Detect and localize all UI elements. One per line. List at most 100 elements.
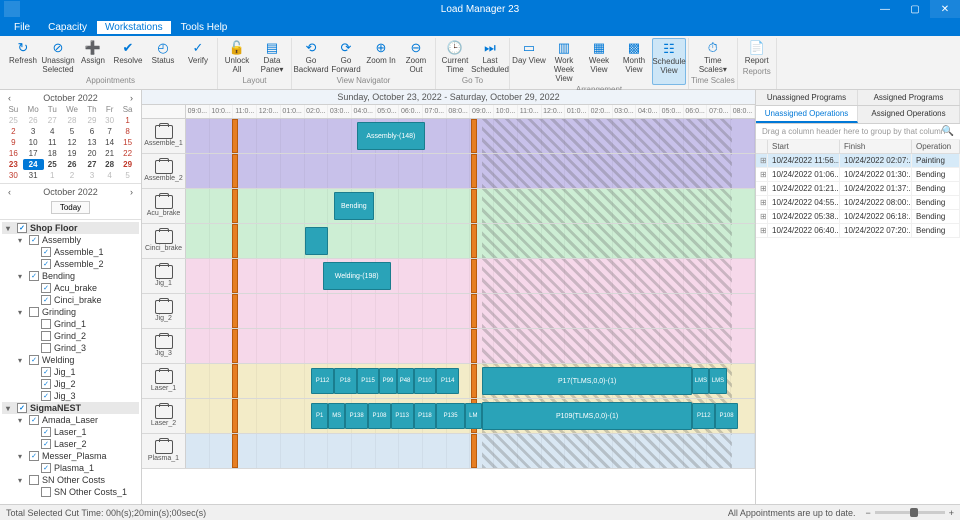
calendar-day[interactable]: 3 <box>83 170 101 181</box>
tree-checkbox[interactable]: ✓ <box>29 355 39 365</box>
calendar-day[interactable]: 6 <box>83 126 101 137</box>
zoom-slider[interactable]: − + <box>865 508 954 518</box>
go-forward-button[interactable]: ⟳Go Forward <box>329 38 363 76</box>
resource-cell[interactable]: Cinci_brake <box>142 224 186 258</box>
schedule-lane[interactable] <box>186 154 755 188</box>
appointment[interactable]: P110 <box>414 368 437 394</box>
col-start[interactable]: Start <box>768 140 840 153</box>
appointment[interactable]: Assembly-(148) <box>357 122 425 150</box>
calendar-day[interactable]: 27 <box>83 159 101 170</box>
tree-checkbox[interactable]: ✓ <box>17 403 27 413</box>
grid-row[interactable]: ⊞10/24/2022 01:06...10/24/2022 01:30:...… <box>756 168 960 182</box>
go-backward-button[interactable]: ⟲Go Backward <box>294 38 328 76</box>
tree-checkbox[interactable]: ✓ <box>29 271 39 281</box>
schedule-rows[interactable]: Assemble_1Assembly-(148)Assemble_2Acu_br… <box>142 119 755 504</box>
minimize-button[interactable]: — <box>870 0 900 18</box>
tree-node[interactable]: ▾✓Welding <box>2 354 139 366</box>
calendar-day[interactable]: 22 <box>118 148 137 159</box>
resource-cell[interactable]: Jig_2 <box>142 294 186 328</box>
schedule-row[interactable]: Plasma_1 <box>142 434 755 469</box>
col-finish[interactable]: Finish <box>840 140 912 153</box>
calendar-day[interactable]: 25 <box>44 159 62 170</box>
tree-checkbox[interactable]: ✓ <box>29 451 39 461</box>
appointment[interactable]: LMS <box>692 368 709 394</box>
resource-cell[interactable]: Laser_2 <box>142 399 186 433</box>
calendar-day[interactable]: 12 <box>61 137 83 148</box>
tree-checkbox[interactable]: ✓ <box>41 379 51 389</box>
grid-row[interactable]: ⊞10/24/2022 06:40...10/24/2022 07:20:...… <box>756 224 960 238</box>
appointment[interactable]: P114 <box>436 368 459 394</box>
row-expand[interactable]: ⊞ <box>756 154 768 167</box>
unlock-all-button[interactable]: 🔓Unlock All <box>220 38 254 76</box>
appointment[interactable]: P112 <box>311 368 334 394</box>
row-expand[interactable]: ⊞ <box>756 196 768 209</box>
calendar-day[interactable]: 28 <box>61 115 83 126</box>
current-time-button[interactable]: 🕒Current Time <box>438 38 472 76</box>
tree-checkbox[interactable]: ✓ <box>29 415 39 425</box>
grid-row[interactable]: ⊞10/24/2022 05:38...10/24/2022 06:18:...… <box>756 210 960 224</box>
tree-node[interactable]: ✓Plasma_1 <box>2 462 139 474</box>
row-expand[interactable]: ⊞ <box>756 168 768 181</box>
appointment[interactable]: P135 <box>436 403 464 429</box>
resource-tree[interactable]: ▾✓Shop Floor▾✓Assembly✓Assemble_1✓Assemb… <box>0 220 141 504</box>
tree-node[interactable]: ▾✓Assembly <box>2 234 139 246</box>
appointment[interactable]: Welding-(198) <box>323 262 391 290</box>
calendar-1[interactable]: October 2022 SuMoTuWeThFrSa2526272829301… <box>0 90 141 184</box>
tree-checkbox[interactable] <box>41 343 51 353</box>
calendar-day[interactable]: 25 <box>4 115 23 126</box>
schedule-row[interactable]: Laser_1P112P18P115P99P48P110P114P17(TLMS… <box>142 364 755 399</box>
data-pane-button[interactable]: ▤Data Pane▾ <box>255 38 289 76</box>
calendar-day[interactable]: 14 <box>101 137 118 148</box>
tree-checkbox[interactable]: ✓ <box>41 247 51 257</box>
tree-twisty[interactable]: ▾ <box>6 404 14 413</box>
grid-row[interactable]: ⊞10/24/2022 01:21...10/24/2022 01:37:...… <box>756 182 960 196</box>
row-expand[interactable]: ⊞ <box>756 182 768 195</box>
schedule-row[interactable]: Jig_3 <box>142 329 755 364</box>
close-button[interactable]: ✕ <box>930 0 960 18</box>
tree-checkbox[interactable]: ✓ <box>41 367 51 377</box>
calendar-day[interactable]: 29 <box>83 115 101 126</box>
tree-node[interactable]: ▾✓Amada_Laser <box>2 414 139 426</box>
calendar-day[interactable]: 1 <box>44 170 62 181</box>
tree-twisty[interactable]: ▾ <box>6 224 14 233</box>
appointment[interactable]: P1 <box>311 403 328 429</box>
schedule-lane[interactable] <box>186 329 755 363</box>
tree-node[interactable]: ✓Cinci_brake <box>2 294 139 306</box>
operations-grid[interactable]: Start Finish Operation ⊞10/24/2022 11:56… <box>756 140 960 238</box>
calendar-day[interactable]: 21 <box>101 148 118 159</box>
resource-cell[interactable]: Laser_1 <box>142 364 186 398</box>
schedule-lane[interactable] <box>186 294 755 328</box>
calendar-day[interactable]: 9 <box>4 137 23 148</box>
tree-node[interactable]: ✓Jig_2 <box>2 378 139 390</box>
day-view-button[interactable]: ▭Day View <box>512 38 546 85</box>
refresh-button[interactable]: ↻Refresh <box>6 38 40 76</box>
appointment[interactable]: P112 <box>692 403 715 429</box>
schedule-row[interactable]: Jig_1Welding-(198) <box>142 259 755 294</box>
calendar-day[interactable]: 26 <box>23 115 44 126</box>
tree-checkbox[interactable]: ✓ <box>41 295 51 305</box>
search-icon[interactable]: 🔍 <box>942 126 954 137</box>
calendar-day[interactable]: 30 <box>101 115 118 126</box>
tree-twisty[interactable]: ▾ <box>18 416 26 425</box>
tree-node[interactable]: ▾Grinding <box>2 306 139 318</box>
tree-node[interactable]: ✓Assemble_2 <box>2 258 139 270</box>
work-week-view-button[interactable]: ▥Work Week View <box>547 38 581 85</box>
tree-node[interactable]: Grind_3 <box>2 342 139 354</box>
zoom-out-button[interactable]: ⊖Zoom Out <box>399 38 433 76</box>
tree-node[interactable]: ✓Jig_1 <box>2 366 139 378</box>
appointment[interactable]: P138 <box>345 403 368 429</box>
menu-capacity[interactable]: Capacity <box>40 21 95 34</box>
schedule-row[interactable]: Cinci_brake <box>142 224 755 259</box>
tree-checkbox[interactable]: ✓ <box>41 439 51 449</box>
calendar-month-label[interactable]: October 2022 <box>4 92 137 104</box>
appointment[interactable]: P115 <box>357 368 380 394</box>
tab-unassigned-operations[interactable]: Unassigned Operations <box>756 106 858 123</box>
zoom-in-button[interactable]: ⊕Zoom In <box>364 38 398 76</box>
appointment[interactable]: P18 <box>334 368 357 394</box>
tree-checkbox[interactable]: ✓ <box>41 283 51 293</box>
resource-cell[interactable]: Plasma_1 <box>142 434 186 468</box>
tree-node[interactable]: ✓Acu_brake <box>2 282 139 294</box>
calendar-day[interactable]: 13 <box>83 137 101 148</box>
tree-checkbox[interactable]: ✓ <box>41 463 51 473</box>
assign-button[interactable]: ➕Assign <box>76 38 110 76</box>
